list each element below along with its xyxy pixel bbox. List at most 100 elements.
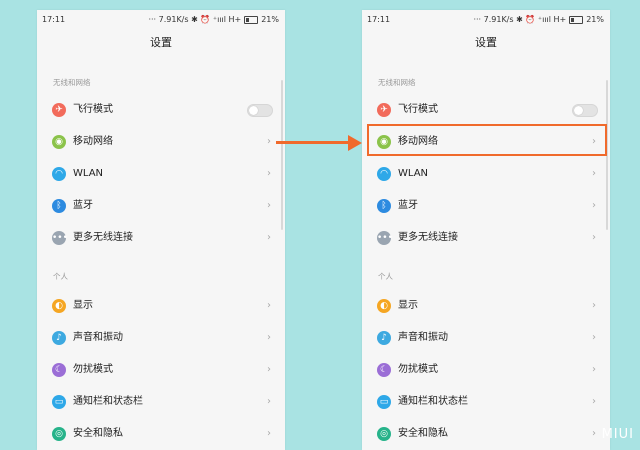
settings-item-9[interactable]: ◎ 安全和隐私 › [37,418,285,450]
chevron-right-icon: › [592,332,596,343]
settings-item-label: 通知栏和状态栏 [73,396,143,407]
status-time: 17:11 [42,15,66,24]
wifi-icon: ◠ [377,167,391,181]
settings-item-label: 飞行模式 [73,104,113,115]
battery-percent: 21% [586,15,604,24]
moon-icon: ☾ [377,363,391,377]
settings-item-label: 飞行模式 [398,104,438,115]
settings-item-label: 安全和隐私 [73,428,123,439]
settings-item-2[interactable]: ◠ WLAN › [37,158,285,190]
chevron-right-icon: › [267,364,271,375]
settings-item-1[interactable]: ◉ 移动网络 › [37,126,285,158]
chevron-right-icon: › [267,200,271,211]
settings-item-8[interactable]: ▭ 通知栏和状态栏 › [37,386,285,418]
security-icon: ◎ [377,427,391,441]
wifi-icon: ◠ [52,167,66,181]
chevron-right-icon: › [592,396,596,407]
settings-item-label: 安全和隐私 [398,428,448,439]
battery-percent: 21% [261,15,279,24]
sound-icon: ♪ [52,331,66,345]
section-personal: 个人 [53,272,68,281]
settings-item-7[interactable]: ☾ 勿扰模式 › [37,354,285,386]
airplane-icon: ✈ [52,103,66,117]
more-icon: ••• [377,231,393,245]
section-personal: 个人 [378,272,393,281]
chevron-right-icon: › [592,428,596,439]
moon-icon: ☾ [52,363,66,377]
status-indicators: ··· 7.91K/s ✱ ⏰ ⁺ıııl H+ 21% [473,10,604,30]
chevron-right-icon: › [592,300,596,311]
battery-icon [569,16,584,24]
settings-item-2[interactable]: ◠ WLAN › [362,158,610,190]
display-icon: ◐ [377,299,391,313]
chevron-right-icon: › [267,300,271,311]
chevron-right-icon: › [267,232,271,243]
settings-item-5[interactable]: ◐ 显示 › [362,290,610,322]
settings-item-8[interactable]: ▭ 通知栏和状态栏 › [362,386,610,418]
highlight-box [367,124,607,156]
page-title: 设置 [475,36,497,49]
arrow-head [348,135,362,151]
sound-icon: ♪ [377,331,391,345]
settings-item-label: WLAN [73,168,104,179]
settings-item-6[interactable]: ♪ 声音和振动 › [362,322,610,354]
settings-item-0[interactable]: ✈ 飞行模式 [37,94,285,126]
settings-item-label: 更多无线连接 [398,232,458,243]
chevron-right-icon: › [592,232,596,243]
bluetooth-icon: ᛒ [377,199,391,213]
settings-item-label: 勿扰模式 [73,364,113,375]
airplane-mode-toggle[interactable] [247,104,273,117]
settings-item-label: 蓝牙 [398,200,418,211]
settings-item-label: 通知栏和状态栏 [398,396,468,407]
more-icon: ••• [52,231,68,245]
status-network-info: ··· 7.91K/s ✱ ⏰ ⁺ıııl H+ [473,15,567,24]
status-bar: 17:11 ··· 7.91K/s ✱ ⏰ ⁺ıııl H+ 21% [362,10,610,30]
settings-item-label: 显示 [398,300,418,311]
airplane-mode-toggle[interactable] [572,104,598,117]
settings-item-label: 显示 [73,300,93,311]
settings-item-label: 蓝牙 [73,200,93,211]
section-wireless: 无线和网络 [378,78,416,87]
settings-item-5[interactable]: ◐ 显示 › [37,290,285,322]
status-network-info: ··· 7.91K/s ✱ ⏰ ⁺ıııl H+ [148,15,242,24]
settings-item-4[interactable]: ••• 更多无线连接 › [362,222,610,254]
display-icon: ◐ [52,299,66,313]
arrow-line [276,141,352,144]
status-bar: 17:11 ··· 7.91K/s ✱ ⏰ ⁺ıııl H+ 21% [37,10,285,30]
battery-icon [244,16,259,24]
page-title: 设置 [150,36,172,49]
status-indicators: ··· 7.91K/s ✱ ⏰ ⁺ıııl H+ 21% [148,10,279,30]
chevron-right-icon: › [267,136,271,147]
settings-item-label: 勿扰模式 [398,364,438,375]
settings-item-7[interactable]: ☾ 勿扰模式 › [362,354,610,386]
phone-screen-right: 17:11 ··· 7.91K/s ✱ ⏰ ⁺ıııl H+ 21% 设置无线和网络个… [362,10,610,450]
settings-item-label: 更多无线连接 [73,232,133,243]
watermark: MIUI [601,427,634,442]
status-time: 17:11 [367,15,391,24]
bluetooth-icon: ᛒ [52,199,66,213]
chevron-right-icon: › [592,364,596,375]
notification-icon: ▭ [52,395,66,409]
phone-screen-left: 17:11 ··· 7.91K/s ✱ ⏰ ⁺ıııl H+ 21% 设置无线和网络个… [37,10,285,450]
chevron-right-icon: › [267,332,271,343]
settings-item-label: 声音和振动 [73,332,123,343]
chevron-right-icon: › [592,200,596,211]
settings-item-3[interactable]: ᛒ 蓝牙 › [362,190,610,222]
chevron-right-icon: › [592,168,596,179]
security-icon: ◎ [52,427,66,441]
chevron-right-icon: › [267,396,271,407]
mobile-network-icon: ◉ [52,135,66,149]
settings-item-label: WLAN [398,168,429,179]
chevron-right-icon: › [267,168,271,179]
settings-item-9[interactable]: ◎ 安全和隐私 › [362,418,610,450]
chevron-right-icon: › [267,428,271,439]
settings-item-6[interactable]: ♪ 声音和振动 › [37,322,285,354]
settings-item-label: 移动网络 [73,136,113,147]
notification-icon: ▭ [377,395,391,409]
settings-item-3[interactable]: ᛒ 蓝牙 › [37,190,285,222]
settings-item-0[interactable]: ✈ 飞行模式 [362,94,610,126]
settings-item-label: 声音和振动 [398,332,448,343]
airplane-icon: ✈ [377,103,391,117]
settings-item-4[interactable]: ••• 更多无线连接 › [37,222,285,254]
section-wireless: 无线和网络 [53,78,91,87]
